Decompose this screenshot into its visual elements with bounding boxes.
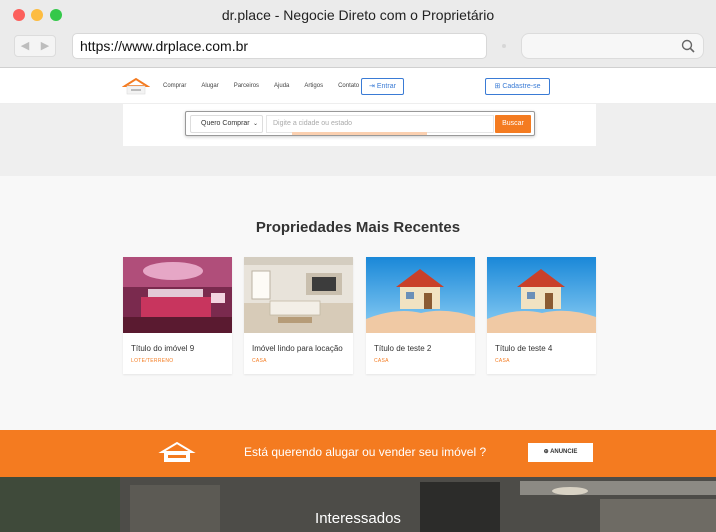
interested-title: Interessados [315,510,401,527]
property-photo-living-room[interactable] [244,257,353,333]
property-photo-house-in-hands[interactable] [366,257,475,333]
property-type: CASA [374,358,389,364]
property-photo-house-in-hands[interactable] [487,257,596,333]
property-type: CASA [495,358,510,364]
history-nav: ◀ ▶ [14,35,56,57]
browser-search-field[interactable] [521,33,704,59]
input-highlight [292,132,427,135]
search-icon [681,39,695,53]
interested-section: Interessados [0,477,716,532]
announce-banner: Está querendo alugar ou vender seu imóve… [0,430,716,477]
menu-item-contato[interactable]: Contato [338,83,359,89]
chevron-down-icon: ⌄ [252,121,258,127]
property-title[interactable]: Título de teste 4 [487,333,596,354]
search-mode-select[interactable]: Quero Comprar ⌄ [190,115,263,133]
section-title: Propriedades Mais Recentes [255,219,461,236]
announce-button[interactable]: ⊕ ANUNCIE [528,443,593,462]
signup-button[interactable]: ⊞ Cadastre-se [485,78,550,95]
footer-logo[interactable] [158,440,196,466]
search-mode-value: Quero Comprar [201,120,250,127]
city-input-placeholder: Digite a cidade ou estado [273,120,352,127]
plus-square-icon: ⊞ [494,83,501,90]
browser-chrome: dr.place - Negocie Direto com o Propriet… [0,0,716,68]
back-icon[interactable]: ◀ [15,36,35,56]
property-card[interactable]: Título de teste 2 CASA [366,257,475,374]
site-header: Comprar Alugar Parceiros Ajuda Artigos C… [0,68,716,104]
property-title[interactable]: Título do imóvel 9 [123,333,232,354]
property-title[interactable]: Imóvel lindo para locação [244,333,353,354]
menu-item-comprar[interactable]: Comprar [163,83,186,89]
announce-text: Está querendo alugar ou vender seu imóve… [244,445,487,459]
main-menu: Comprar Alugar Parceiros Ajuda Artigos C… [163,83,374,89]
menu-item-artigos[interactable]: Artigos [304,83,323,89]
window-title: dr.place - Negocie Direto com o Propriet… [221,7,495,23]
address-bar[interactable]: https://www.drplace.com.br [72,33,487,59]
announce-label: ANUNCIE [550,449,578,455]
separator-dot [502,44,506,48]
property-card[interactable]: Título do imóvel 9 LOTE/TERRENO [123,257,232,374]
forward-icon[interactable]: ▶ [35,36,55,56]
recent-properties-section: Propriedades Mais Recentes Título do imó… [0,176,716,430]
web-page: Comprar Alugar Parceiros Ajuda Artigos C… [0,68,716,532]
menu-item-ajuda[interactable]: Ajuda [274,83,289,89]
property-search-form: Quero Comprar ⌄ Digite a cidade ou estad… [185,111,535,136]
property-card[interactable]: Título de teste 4 CASA [487,257,596,374]
property-type: CASA [252,358,267,364]
login-button[interactable]: ⇥ Entrar [361,78,404,95]
login-label: Entrar [376,83,396,90]
city-input[interactable]: Digite a cidade ou estado [266,115,494,135]
search-button[interactable]: Buscar [495,115,531,133]
login-icon: ⇥ [369,83,375,90]
property-type: LOTE/TERRENO [131,358,174,364]
property-photo-bedroom[interactable] [123,257,232,333]
site-logo[interactable] [122,77,150,97]
menu-item-alugar[interactable]: Alugar [201,83,218,89]
property-title[interactable]: Título de teste 2 [366,333,475,354]
signup-label: Cadastre-se [502,83,541,90]
plus-circle-icon: ⊕ [543,449,549,455]
property-card[interactable]: Imóvel lindo para locação CASA [244,257,353,374]
menu-item-parceiros[interactable]: Parceiros [234,83,259,89]
